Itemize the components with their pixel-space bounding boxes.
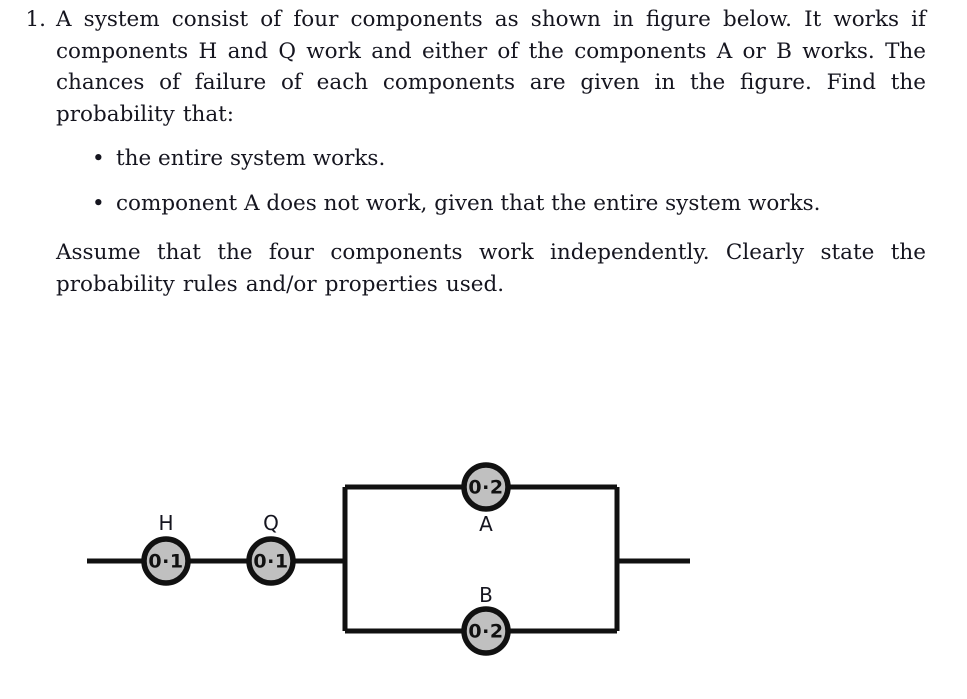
reliability-block-diagram: 0·1 H 0·1 Q 0·2 A 0·2 B — [0, 430, 967, 699]
bullet-text: component A does not work, given that th… — [116, 190, 821, 216]
component-node-h: 0·1 H — [141, 511, 191, 586]
question-bullet-list: • the entire system works. • component A… — [56, 143, 926, 219]
component-probability-q: 0·1 — [253, 551, 288, 573]
component-label-a: A — [479, 512, 493, 536]
component-node-b: 0·2 B — [461, 583, 511, 656]
component-probability-b: 0·2 — [468, 621, 503, 643]
bullet-text: the entire system works. — [116, 146, 386, 171]
component-label-b: B — [479, 583, 493, 607]
list-item: • the entire system works. — [92, 143, 926, 175]
component-label-h: H — [158, 511, 173, 535]
bullet-icon: • — [92, 190, 105, 216]
component-probability-h: 0·1 — [148, 551, 183, 573]
component-node-q: 0·1 Q — [246, 511, 296, 586]
component-label-q: Q — [263, 511, 279, 535]
bullet-icon: • — [92, 146, 105, 171]
list-item: • component A does not work, given that … — [92, 188, 926, 220]
diagram-canvas: 0·1 H 0·1 Q 0·2 A 0·2 B — [87, 462, 690, 656]
question-body: A system consist of four components as s… — [56, 0, 967, 300]
question-row: 1. A system consist of four components a… — [0, 0, 967, 300]
component-node-a: 0·2 A — [461, 462, 511, 536]
question-intro-paragraph: A system consist of four components as s… — [56, 7, 926, 127]
question-closing-paragraph: Assume that the four components work ind… — [56, 240, 926, 297]
component-probability-a: 0·2 — [468, 477, 503, 499]
question-number: 1. — [25, 7, 46, 32]
question-block: 1. A system consist of four components a… — [0, 0, 967, 300]
